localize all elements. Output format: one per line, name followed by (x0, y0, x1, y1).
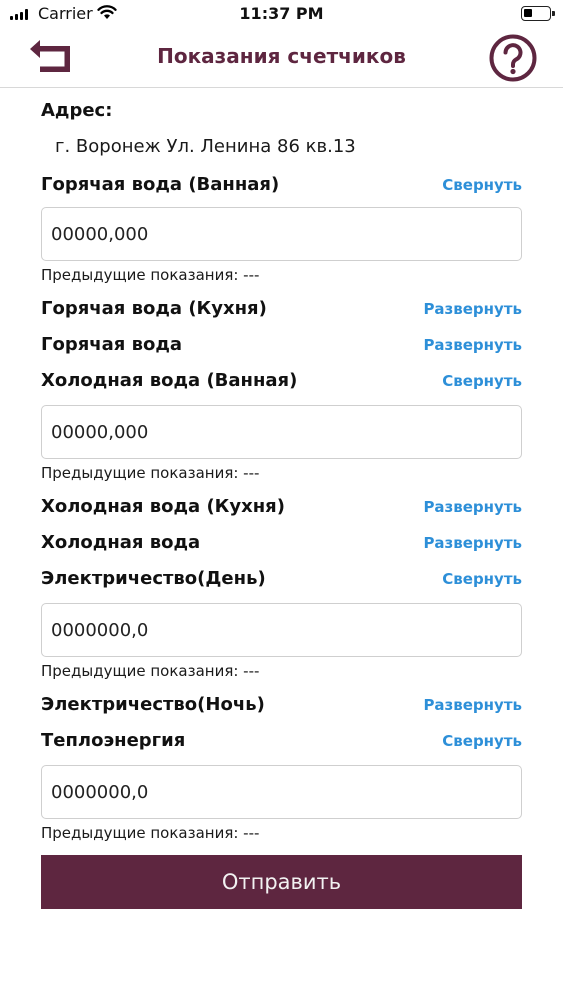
collapse-button[interactable]: Свернуть (442, 570, 522, 588)
meter-title: Электричество(День) (41, 568, 266, 589)
meter-cold-water-kitchen: Холодная вода (Кухня) Развернуть (41, 494, 522, 522)
meter-title: Горячая вода (Кухня) (41, 298, 267, 319)
meter-cold-water-bath: Холодная вода (Ванная) Свернуть (41, 368, 522, 396)
address-label: Адрес: (41, 100, 113, 121)
electricity-day-input[interactable] (41, 603, 522, 657)
meter-title: Горячая вода (Ванная) (41, 174, 280, 195)
meter-hot-water-kitchen: Горячая вода (Кухня) Развернуть (41, 296, 522, 324)
hot-water-bath-input[interactable] (41, 207, 522, 261)
expand-button[interactable]: Развернуть (423, 300, 522, 318)
status-bar: Carrier 11:37 PM (0, 0, 563, 28)
heat-energy-input[interactable] (41, 765, 522, 819)
meter-heat-energy: Теплоэнергия Свернуть (41, 728, 522, 756)
expand-button[interactable]: Развернуть (423, 534, 522, 552)
meter-electricity-night: Электричество(Ночь) Развернуть (41, 692, 522, 720)
meter-title: Теплоэнергия (41, 730, 186, 751)
previous-reading: Предыдущие показания: --- (41, 662, 260, 680)
previous-reading: Предыдущие показания: --- (41, 266, 260, 284)
meter-hot-water-bath: Горячая вода (Ванная) Свернуть (41, 172, 522, 200)
meter-title: Холодная вода (Ванная) (41, 370, 298, 391)
expand-button[interactable]: Развернуть (423, 336, 522, 354)
question-circle-icon (489, 34, 537, 82)
previous-reading: Предыдущие показания: --- (41, 464, 260, 482)
expand-button[interactable]: Развернуть (423, 498, 522, 516)
previous-reading: Предыдущие показания: --- (41, 824, 260, 842)
meter-hot-water: Горячая вода Развернуть (41, 332, 522, 360)
address-value: г. Воронеж Ул. Ленина 86 кв.13 (55, 136, 356, 157)
meter-title: Электричество(Ночь) (41, 694, 265, 715)
collapse-button[interactable]: Свернуть (442, 176, 522, 194)
meter-cold-water: Холодная вода Развернуть (41, 530, 522, 558)
meter-title: Холодная вода (Кухня) (41, 496, 285, 517)
nav-bar: Показания счетчиков (0, 28, 563, 88)
collapse-button[interactable]: Свернуть (442, 372, 522, 390)
cold-water-bath-input[interactable] (41, 405, 522, 459)
submit-button[interactable]: Отправить (41, 855, 522, 909)
battery-icon (521, 6, 555, 21)
meter-title: Горячая вода (41, 334, 183, 355)
status-time: 11:37 PM (239, 4, 324, 23)
meter-title: Холодная вода (41, 532, 201, 553)
help-button[interactable] (489, 34, 537, 82)
collapse-button[interactable]: Свернуть (442, 732, 522, 750)
meter-electricity-day: Электричество(День) Свернуть (41, 566, 522, 594)
page-title: Показания счетчиков (157, 44, 406, 68)
screen: Carrier 11:37 PM Показания счетчиков Адр… (0, 0, 563, 1000)
expand-button[interactable]: Развернуть (423, 696, 522, 714)
